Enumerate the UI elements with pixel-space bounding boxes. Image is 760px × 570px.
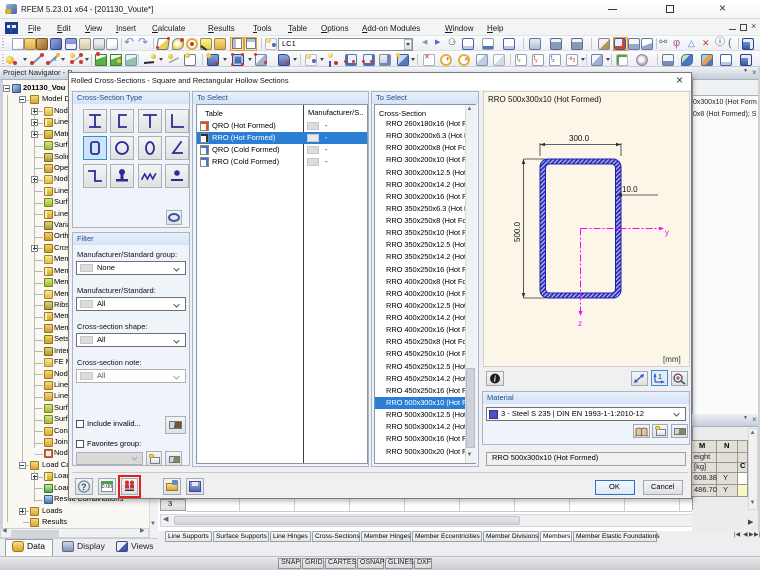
svg-text:z: z [578,319,582,328]
svg-text:10.0: 10.0 [622,185,638,194]
svg-text:[mm]: [mm] [663,355,681,364]
svg-text:RRO 500x300x10 (Hot Formed): RRO 500x300x10 (Hot Formed) [488,95,602,104]
svg-text:?: ? [81,482,87,492]
svg-text:300.0: 300.0 [569,134,590,143]
svg-text:1: 1 [658,374,662,381]
svg-text:y: y [665,228,669,237]
svg-text:500.0: 500.0 [513,221,522,242]
